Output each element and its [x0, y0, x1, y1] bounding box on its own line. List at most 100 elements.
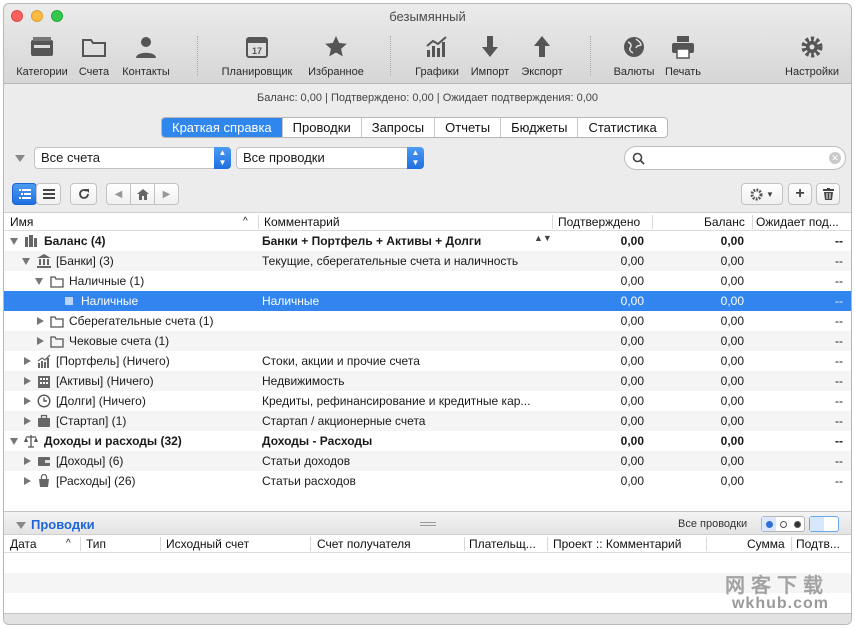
currencies-button[interactable]: Валюты [610, 32, 658, 80]
disclosure-closed-icon[interactable] [37, 337, 44, 345]
globe-icon [624, 37, 644, 57]
column-divider [464, 537, 465, 551]
table-row[interactable]: [Доходы] (6) Статьи доходов 0,00 0,00 -- [4, 451, 851, 471]
categories-button[interactable]: Категории [12, 32, 72, 80]
disclosure-closed-icon[interactable] [24, 397, 31, 405]
disclosure-closed-icon[interactable] [24, 417, 31, 425]
refresh-button[interactable] [70, 183, 97, 205]
column-destination-account[interactable]: Счет получателя [317, 537, 411, 551]
column-divider [552, 215, 553, 229]
table-row[interactable]: Баланс (4) Банки + Портфель + Активы + Д… [4, 231, 851, 251]
transactions-panel-header: Проводки Все проводки [4, 511, 851, 535]
tab-summary[interactable]: Краткая справка [162, 118, 283, 137]
disclosure-closed-icon[interactable] [24, 357, 31, 365]
disclosure-closed-icon[interactable] [24, 377, 31, 385]
table-row-selected[interactable]: Наличные Наличные 0,00 0,00 -- [4, 291, 851, 311]
clear-search-icon[interactable]: ✕ [829, 152, 841, 164]
column-type[interactable]: Тип [86, 537, 106, 551]
flat-view-button[interactable] [36, 183, 61, 205]
column-confirm[interactable]: Подтв... [796, 537, 840, 551]
add-button[interactable]: + [788, 183, 812, 205]
transactions-filter-label: Все проводки [678, 518, 748, 530]
tree-view-button[interactable] [12, 183, 37, 205]
disclosure-open-icon[interactable] [22, 258, 30, 265]
print-button[interactable]: Печать [660, 32, 706, 80]
export-button[interactable]: Экспорт [516, 32, 568, 80]
radio-option-2[interactable] [776, 517, 790, 531]
tab-statistics[interactable]: Статистика [578, 118, 666, 137]
table-row[interactable]: Наличные (1) 0,00 0,00 -- [4, 271, 851, 291]
column-name[interactable]: Имя [10, 215, 33, 229]
chevron-updown-icon: ▲ ▼ [214, 147, 231, 169]
debts-icon [37, 394, 51, 408]
disclosure-open-icon[interactable] [10, 438, 18, 445]
radio-option-3[interactable] [790, 517, 804, 531]
sort-ascending-icon[interactable]: ^ [243, 216, 248, 227]
popup-arrows-icon[interactable]: ▲▼ [534, 233, 552, 243]
filter-toggle-icon[interactable] [15, 155, 25, 162]
column-divider [310, 537, 311, 551]
column-project-comment[interactable]: Проект :: Комментарий [553, 537, 681, 551]
toolbar-separator [390, 36, 391, 76]
table-row[interactable]: Сберегательные счета (1) 0,00 0,00 -- [4, 311, 851, 331]
table-row[interactable]: [Стартап] (1) Стартап / акционерные счет… [4, 411, 851, 431]
tab-budgets[interactable]: Бюджеты [501, 118, 579, 137]
settings-button[interactable]: Настройки [782, 32, 842, 80]
table-row[interactable]: [Активы] (Ничего) Недвижимость 0,00 0,00… [4, 371, 851, 391]
action-menu-button[interactable]: ▼ [741, 183, 783, 205]
accounts-filter-select[interactable]: Все счета ▲ ▼ [34, 147, 231, 169]
disclosure-closed-icon[interactable] [37, 317, 44, 325]
chart-icon [426, 36, 447, 57]
delete-button[interactable] [816, 183, 840, 205]
scheduler-button[interactable]: 17 Планировщик [218, 32, 296, 80]
detail-view-button[interactable] [810, 517, 824, 531]
transactions-panel-title[interactable]: Проводки [31, 517, 95, 532]
status-bar [4, 613, 851, 624]
column-divider [547, 537, 548, 551]
splitter-handle[interactable] [420, 522, 436, 526]
compact-view-button[interactable] [824, 517, 838, 531]
column-pending[interactable]: Ожидает под... [756, 215, 839, 229]
forward-button[interactable]: ▶ [154, 183, 179, 205]
import-button[interactable]: Импорт [468, 32, 512, 80]
disclosure-open-icon[interactable] [10, 238, 18, 245]
favorites-button[interactable]: Избранное [304, 32, 368, 80]
printer-icon [672, 36, 694, 59]
tab-reports[interactable]: Отчеты [435, 118, 502, 137]
column-divider [752, 215, 753, 229]
table-row[interactable]: [Долги] (Ничего) Кредиты, рефинансирован… [4, 391, 851, 411]
person-icon [136, 37, 156, 58]
radio-option-1[interactable] [762, 517, 776, 531]
back-button[interactable]: ◀ [106, 183, 131, 205]
table-row[interactable]: Доходы и расходы (32) Доходы - Расходы 0… [4, 431, 851, 451]
disclosure-closed-icon[interactable] [24, 477, 31, 485]
column-divider [80, 537, 81, 551]
search-input[interactable]: ✕ [624, 146, 846, 170]
charts-button[interactable]: Графики [412, 32, 462, 80]
tab-queries[interactable]: Запросы [362, 118, 436, 137]
column-sum[interactable]: Сумма [747, 537, 785, 551]
table-row[interactable]: Чековые счета (1) 0,00 0,00 -- [4, 331, 851, 351]
accounts-button[interactable]: Счета [76, 32, 112, 80]
sort-ascending-icon[interactable]: ^ [66, 538, 71, 549]
folder-icon [50, 276, 64, 288]
column-source-account[interactable]: Исходный счет [166, 537, 249, 551]
home-button[interactable] [130, 183, 155, 205]
table-row[interactable]: [Банки] (3) Текущие, сберегательные счет… [4, 251, 851, 271]
table-row[interactable]: [Портфель] (Ничего) Стоки, акции и прочи… [4, 351, 851, 371]
calendar-icon: 17 [246, 37, 268, 58]
column-payer[interactable]: Плательщ... [469, 537, 536, 551]
trash-icon [822, 188, 834, 200]
disclosure-open-icon[interactable] [35, 278, 43, 285]
tab-transactions[interactable]: Проводки [283, 118, 362, 137]
panel-collapse-icon[interactable] [16, 522, 26, 529]
folder-icon [50, 316, 64, 328]
transactions-filter-select[interactable]: Все проводки ▲ ▼ [236, 147, 424, 169]
column-balance[interactable]: Баланс [704, 215, 745, 229]
column-comment[interactable]: Комментарий [264, 215, 340, 229]
column-confirmed[interactable]: Подтверждено [558, 215, 640, 229]
disclosure-closed-icon[interactable] [24, 457, 31, 465]
column-date[interactable]: Дата [10, 537, 37, 551]
contacts-button[interactable]: Контакты [118, 32, 174, 80]
table-row[interactable]: [Расходы] (26) Статьи расходов 0,00 0,00… [4, 471, 851, 491]
